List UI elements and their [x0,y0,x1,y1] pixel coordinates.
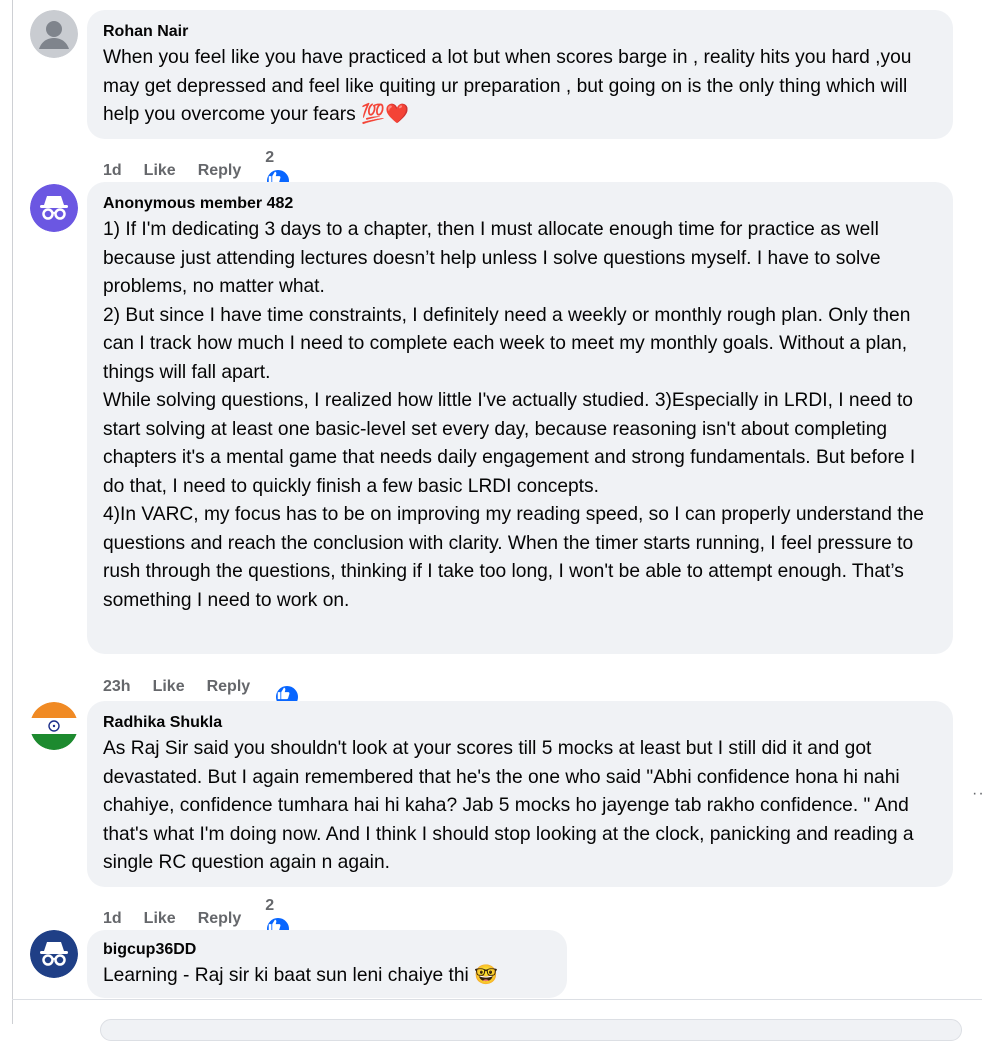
comment-text: When you feel like you have practiced a … [103,47,917,125]
more-options-icon[interactable]: ·· [972,785,982,803]
comment-bubble: Rohan Nair When you feel like you have p… [87,10,953,139]
india-flag-icon [30,702,78,750]
avatar[interactable] [30,184,78,232]
comment-timestamp[interactable]: 23h [103,677,131,697]
avatar[interactable] [30,10,78,58]
comment-author[interactable]: Anonymous member 482 [103,194,937,214]
comment-author[interactable]: Radhika Shukla [103,713,937,733]
divider [12,999,982,1000]
anonymous-incognito-icon [30,184,78,232]
comment-bubble: Radhika Shukla As Raj Sir said you shoul… [87,701,953,887]
reply-button[interactable]: Reply [198,909,242,929]
like-button[interactable]: Like [144,909,176,929]
comment-text: Learning - Raj sir ki baat sun leni chai… [103,965,499,986]
comment-bubble: bigcup36DD Learning - Raj sir ki baat su… [87,930,567,998]
reaction-count: 2 [265,149,275,166]
comment-author[interactable]: Rohan Nair [103,22,937,42]
comment-bubble: Anonymous member 482 1) If I'm dedicatin… [87,182,953,654]
like-button[interactable]: Like [153,677,185,697]
comment-text: 1) If I'm dedicating 3 days to a chapter… [103,219,924,611]
reaction-count: 2 [265,897,275,914]
reply-button[interactable]: Reply [207,677,251,697]
comment-text: As Raj Sir said you shouldn't look at yo… [103,738,919,873]
comment-timestamp[interactable]: 1d [103,909,122,929]
avatar[interactable] [30,702,78,750]
like-button[interactable]: Like [144,161,176,181]
comment-timestamp[interactable]: 1d [103,161,122,181]
write-comment-field[interactable] [100,1019,962,1041]
default-user-icon [30,10,78,58]
anonymous-incognito-icon [30,930,78,978]
reply-button[interactable]: Reply [198,161,242,181]
avatar[interactable] [30,930,78,978]
thread-guide-line [12,0,13,1024]
comment-author[interactable]: bigcup36DD [103,940,551,960]
